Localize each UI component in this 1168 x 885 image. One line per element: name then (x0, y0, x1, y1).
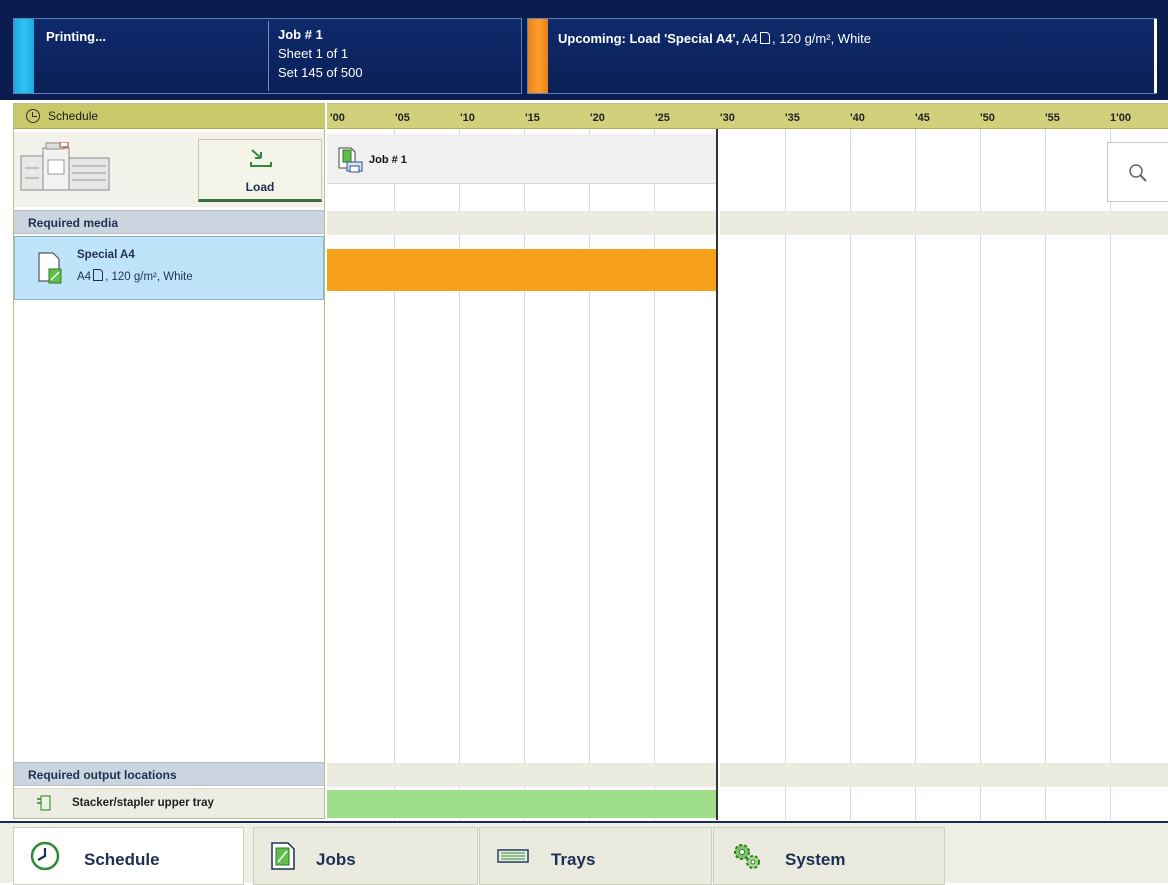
page-orientation-icon (760, 32, 771, 44)
tick-label: '40 (850, 112, 865, 124)
output-lane-band (720, 763, 1168, 787)
media-usage-bar[interactable] (327, 249, 716, 291)
upcoming-prefix: Upcoming: Load 'Special A4', (558, 31, 740, 46)
tick-label: '55 (1045, 112, 1060, 124)
media-name: Special A4 (77, 249, 135, 261)
load-button-label: Load (245, 180, 275, 194)
tick-label: '00 (330, 112, 345, 124)
tick-label: '30 (720, 112, 735, 124)
schedule-header: Schedule (14, 104, 324, 129)
gears-icon (734, 844, 760, 869)
printing-state: Printing... (46, 29, 106, 44)
current-time-line (716, 129, 718, 820)
tick-label: 1'00 (1110, 112, 1131, 124)
bottom-tab-bar: Schedule Jobs Trays System (0, 821, 1168, 885)
tray-stack-icon (497, 849, 529, 863)
job-row-label: Job # 1 (369, 154, 407, 166)
output-lane-band (327, 763, 716, 787)
job-document-icon (271, 842, 295, 870)
printer-area: Load (14, 132, 324, 207)
clock-icon (30, 841, 60, 871)
status-accent (14, 19, 34, 93)
time-axis: '00 '05 '10 '15 '20 '25 '30 '35 '40 '45 … (327, 104, 1168, 129)
divider (268, 21, 269, 91)
media-details: A4 , 120 g/m², White (77, 269, 193, 283)
current-job-info: Job # 1 Sheet 1 of 1 Set 145 of 500 (278, 25, 363, 82)
tick-label: '45 (915, 112, 930, 124)
upcoming-size: A4 (742, 31, 759, 46)
stacker-tray-icon (37, 795, 51, 811)
tick-label: '25 (655, 112, 670, 124)
media-properties: , 120 g/m², White (105, 271, 193, 283)
required-output-label: Required output locations (28, 768, 177, 782)
media-item-special-a4[interactable]: Special A4 A4 , 120 g/m², White (14, 236, 324, 300)
job-row[interactable]: Job # 1 (327, 134, 716, 184)
clock-icon (26, 109, 40, 123)
tick-label: '20 (590, 112, 605, 124)
required-output-header: Required output locations (14, 762, 324, 786)
required-media-label: Required media (28, 216, 119, 230)
tick-label: '05 (395, 112, 410, 124)
panel-edge (1154, 19, 1157, 93)
current-job-title: Job # 1 (278, 27, 323, 42)
tab-trays[interactable]: Trays (479, 827, 712, 885)
required-media-header: Required media (14, 210, 324, 234)
tab-jobs-label: Jobs (316, 850, 356, 869)
tick-label: '35 (785, 112, 800, 124)
tab-system[interactable]: System (713, 827, 945, 885)
tick-label: '50 (980, 112, 995, 124)
schedule-timeline[interactable]: '00 '05 '10 '15 '20 '25 '30 '35 '40 '45 … (327, 103, 1168, 820)
load-arrow-icon (250, 149, 272, 167)
printing-status-panel: Printing... Job # 1 Sheet 1 of 1 Set 145… (13, 18, 522, 94)
upcoming-media-details: , 120 g/m², White (772, 31, 872, 46)
schedule-header-label: Schedule (48, 109, 99, 123)
tab-jobs[interactable]: Jobs (253, 827, 478, 885)
magnifier-icon (1129, 164, 1147, 182)
tick-label: '10 (460, 112, 475, 124)
media-size: A4 (77, 271, 92, 283)
status-bar: Printing... Job # 1 Sheet 1 of 1 Set 145… (0, 0, 1168, 100)
output-location-item[interactable]: Stacker/stapler upper tray (14, 788, 324, 818)
set-progress: Set 145 of 500 (278, 65, 363, 80)
page-orientation-icon (93, 269, 104, 281)
output-usage-bar[interactable] (327, 790, 716, 818)
printer-machine-icon (20, 142, 110, 191)
output-location-label: Stacker/stapler upper tray (72, 797, 214, 809)
tab-schedule[interactable]: Schedule (13, 827, 244, 885)
tab-system-label: System (785, 850, 846, 869)
upcoming-action-panel[interactable]: Upcoming: Load 'Special A4', A4 , 120 g/m… (527, 18, 1157, 94)
job-printer-icon (338, 147, 363, 173)
upcoming-message: Upcoming: Load 'Special A4', A4 , 120 g/m… (558, 29, 871, 49)
zoom-button[interactable] (1107, 142, 1168, 202)
media-lane-band (327, 211, 716, 235)
load-button[interactable]: Load (198, 139, 322, 202)
tab-trays-label: Trays (551, 850, 596, 869)
sheet-progress: Sheet 1 of 1 (278, 46, 349, 61)
upcoming-accent (528, 19, 548, 93)
tick-label: '15 (525, 112, 540, 124)
tab-schedule-label: Schedule (84, 850, 160, 869)
media-sheet-icon (38, 252, 62, 284)
left-pane: Schedule Load Required media Special A4 … (13, 103, 325, 819)
media-lane-band (720, 211, 1168, 235)
